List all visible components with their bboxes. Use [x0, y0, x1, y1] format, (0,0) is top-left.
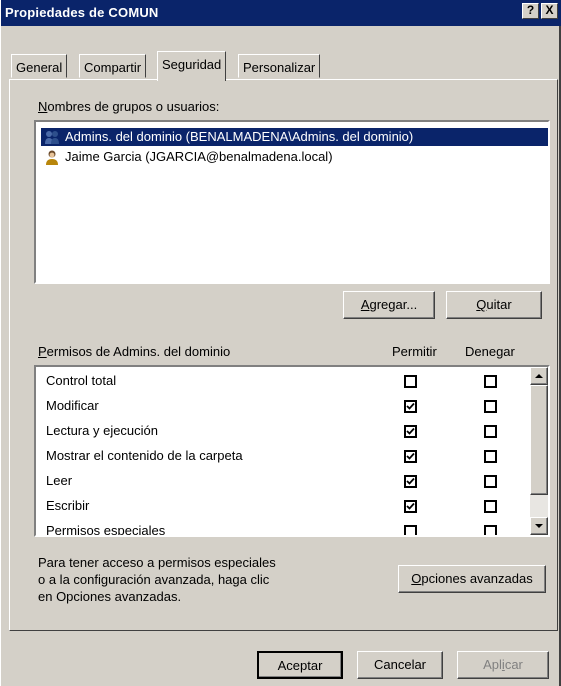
window-title: Propiedades de COMUN: [5, 5, 159, 20]
deny-checkbox[interactable]: [484, 525, 497, 535]
allow-checkbox[interactable]: [404, 475, 417, 488]
advanced-text-line1: Para tener acceso a permisos especiales: [38, 555, 276, 570]
check-icon: [406, 502, 415, 510]
advanced-options-button[interactable]: Opciones avanzadas: [398, 565, 546, 593]
tab-personalizar[interactable]: Personalizar: [238, 54, 321, 78]
check-icon: [406, 477, 415, 485]
allow-checkbox[interactable]: [404, 425, 417, 438]
deny-checkbox[interactable]: [484, 375, 497, 388]
allow-header: Permitir: [392, 344, 437, 359]
tab-personalizar-label: Personalizar: [243, 60, 316, 75]
deny-checkbox[interactable]: [484, 425, 497, 438]
permission-name: Mostrar el contenido de la carpeta: [46, 448, 243, 463]
users-listbox[interactable]: Admins. del dominio (BENALMADENA\Admins.…: [34, 120, 550, 284]
users-label: Nombres de grupos o usuarios:: [38, 99, 220, 114]
user-icon: [46, 150, 58, 165]
tab-seguridad-label: Seguridad: [162, 57, 222, 72]
list-item-jaime[interactable]: Jaime Garcia (JGARCIA@benalmadena.local): [41, 148, 333, 166]
check-icon: [406, 427, 415, 435]
title-bar[interactable]: Propiedades de COMUN ? X: [1, 0, 561, 26]
list-item-admins[interactable]: Admins. del dominio (BENALMADENA\Admins.…: [41, 128, 548, 146]
permission-name: Modificar: [46, 398, 99, 413]
allow-checkbox[interactable]: [404, 400, 417, 413]
scroll-thumb[interactable]: [530, 385, 548, 495]
permissions-label: Permisos de Admins. del dominio: [38, 344, 231, 359]
ok-button[interactable]: Aceptar: [257, 651, 343, 679]
permission-name: Leer: [46, 473, 73, 488]
add-button[interactable]: Agregar...: [343, 291, 435, 319]
deny-checkbox[interactable]: [484, 450, 497, 463]
permission-name: Lectura y ejecución: [46, 423, 159, 438]
properties-dialog: Propiedades de COMUN ? X General Compart…: [0, 0, 561, 686]
arrow-down-icon: [535, 524, 543, 528]
permission-name: Permisos especiales: [46, 523, 166, 537]
help-button[interactable]: ?: [522, 3, 539, 19]
permissions-list[interactable]: Control total Modificar Lectura y ejecució…: [34, 365, 550, 537]
permission-name: Control total: [46, 373, 117, 388]
cancel-button[interactable]: Cancelar: [357, 651, 443, 679]
advanced-text-line3: en Opciones avanzadas.: [38, 589, 182, 604]
scroll-up-button[interactable]: [530, 367, 548, 385]
group-icon: [45, 131, 59, 144]
check-icon: [406, 452, 415, 460]
deny-checkbox[interactable]: [484, 400, 497, 413]
arrow-up-icon: [535, 374, 543, 378]
deny-checkbox[interactable]: [484, 500, 497, 513]
allow-checkbox[interactable]: [404, 375, 417, 388]
check-icon: [406, 402, 415, 410]
tab-general[interactable]: General: [11, 54, 68, 78]
allow-checkbox[interactable]: [404, 525, 417, 535]
allow-checkbox[interactable]: [404, 450, 417, 463]
tab-compartir[interactable]: Compartir: [79, 54, 147, 78]
close-button[interactable]: X: [541, 3, 558, 19]
tab-general-label: General: [16, 60, 63, 75]
tab-compartir-label: Compartir: [84, 60, 142, 75]
allow-checkbox[interactable]: [404, 500, 417, 513]
advanced-text-line2: o a la configuración avanzada, haga clic: [38, 572, 270, 587]
apply-button[interactable]: Aplicar: [457, 651, 549, 679]
remove-button[interactable]: Quitar: [446, 291, 542, 319]
permissions-scrollbar[interactable]: [530, 367, 548, 535]
permission-name: Escribir: [46, 498, 90, 513]
tab-seguridad[interactable]: Seguridad: [157, 51, 227, 81]
list-item-jaime-label: Jaime Garcia (JGARCIA@benalmadena.local): [65, 149, 333, 164]
deny-checkbox[interactable]: [484, 475, 497, 488]
scroll-down-button[interactable]: [530, 517, 548, 535]
security-panel: Nombres de grupos o usuarios: Admins. de…: [9, 79, 558, 631]
list-item-admins-label: Admins. del dominio (BENALMADENA\Admins.…: [65, 129, 414, 144]
deny-header: Denegar: [465, 344, 515, 359]
